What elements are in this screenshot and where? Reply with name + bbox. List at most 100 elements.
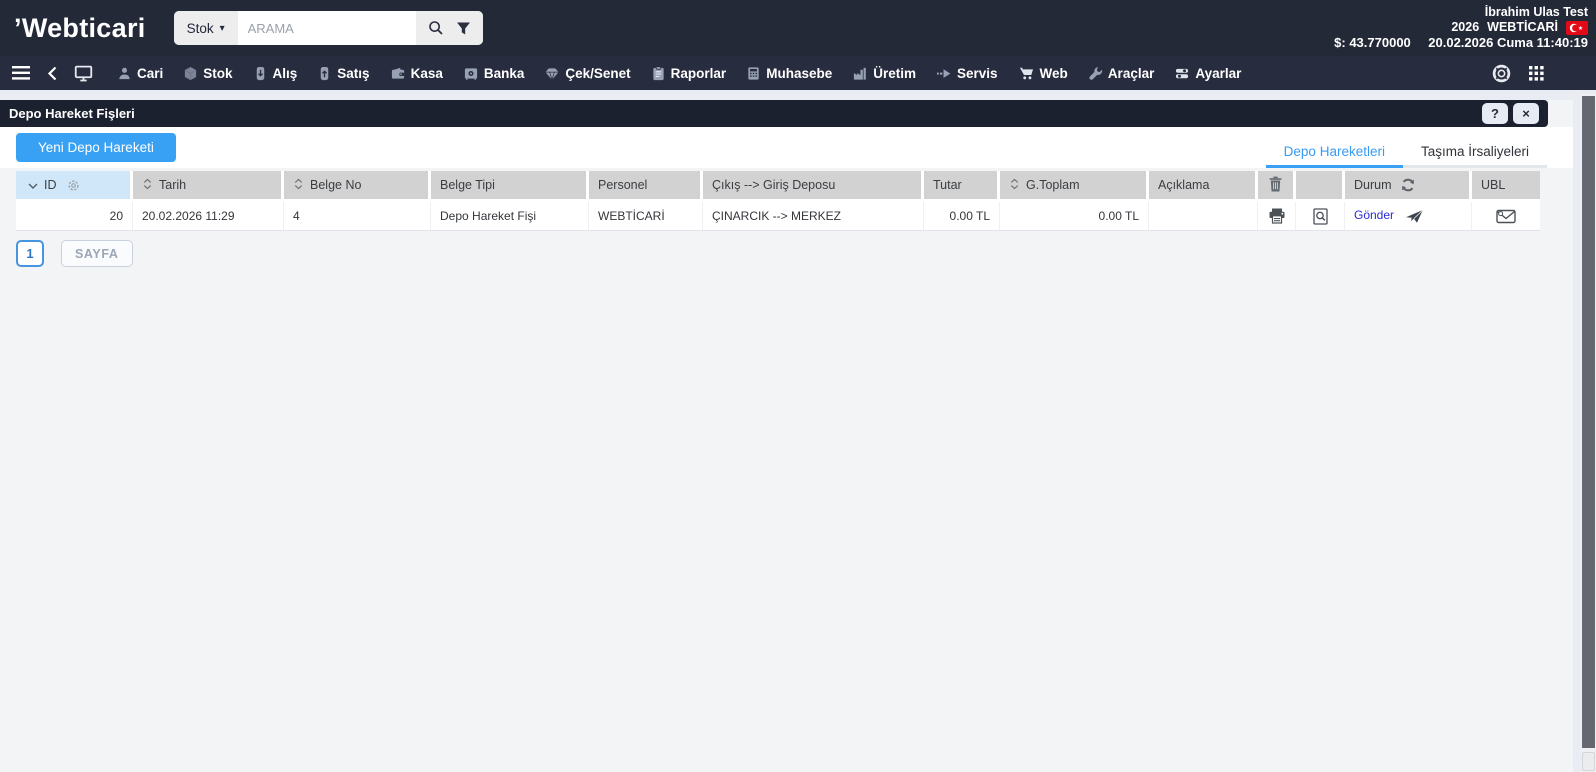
exchange-rate: $: 43.770000 — [1334, 35, 1411, 50]
support-ring-icon[interactable] — [1490, 62, 1513, 85]
column-header-g-toplam[interactable]: G.Toplam — [1000, 171, 1149, 202]
refresh-icon[interactable] — [1400, 177, 1416, 193]
printer-icon[interactable] — [1268, 208, 1286, 224]
search-category-label: Stok — [187, 21, 214, 36]
filter-funnel-icon[interactable] — [456, 21, 471, 36]
column-header-aciklama[interactable]: Açıklama — [1149, 171, 1258, 202]
cell-tarih: 20.02.2026 11:29 — [133, 202, 284, 231]
menubar-left-controls — [10, 63, 95, 84]
menubar-right-controls — [1490, 62, 1586, 85]
menubar-item-alis[interactable]: Alış — [247, 66, 304, 81]
factory-icon — [852, 66, 868, 81]
app-logo: Webticari — [14, 13, 146, 44]
company-name: WEBTİCARİ — [1487, 20, 1558, 35]
column-header-belge-no[interactable]: Belge No — [284, 171, 431, 202]
safe-icon — [463, 66, 479, 81]
company-line: 2026 WEBTİCARİ — [1320, 20, 1588, 35]
menubar-item-label: Raporlar — [671, 66, 727, 81]
menubar-item-label: Kasa — [411, 66, 443, 81]
fiscal-year: 2026 — [1451, 20, 1479, 35]
column-header-tarih[interactable]: Tarih — [133, 171, 284, 202]
menubar-item-label: Çek/Senet — [565, 66, 630, 81]
calculator-icon — [746, 66, 761, 81]
paper-plane-icon[interactable] — [1405, 209, 1424, 224]
scrollbar-thumb[interactable] — [1582, 96, 1595, 748]
menubar-item-muhasebe[interactable]: Muhasebe — [740, 66, 838, 81]
column-header-belge-tipi[interactable]: Belge Tipi — [431, 171, 589, 202]
menubar-item-araclar[interactable]: Araçlar — [1082, 66, 1161, 81]
sort-icon — [1009, 178, 1020, 190]
depo-hareket-table: ID Tarih Belge No Belge Tipi Personel Çı… — [16, 171, 1540, 231]
user-name: İbrahim Ulas Test — [1320, 5, 1588, 20]
menubar-item-uretim[interactable]: Üretim — [846, 66, 922, 81]
menubar-item-web[interactable]: Web — [1012, 66, 1074, 81]
vertical-scrollbar[interactable] — [1581, 94, 1596, 772]
apps-grid-icon[interactable] — [1527, 64, 1546, 83]
sayfa-button[interactable]: SAYFA — [61, 240, 133, 267]
gem-icon — [544, 66, 560, 81]
chevron-down-icon — [28, 183, 38, 190]
wallet-icon — [390, 66, 406, 81]
menubar-item-banka[interactable]: Banka — [457, 66, 531, 81]
menubar-item-kasa[interactable]: Kasa — [384, 66, 449, 81]
menubar-item-ayarlar[interactable]: Ayarlar — [1168, 66, 1247, 81]
global-search: Stok ▾ — [174, 11, 483, 45]
trash-icon[interactable] — [1268, 176, 1283, 192]
sort-icon — [293, 178, 304, 190]
user-info: İbrahim Ulas Test 2026 WEBTİCARİ $: 43.7… — [1320, 5, 1588, 51]
menubar-item-servis[interactable]: Servis — [930, 66, 1004, 81]
fast-forward-icon — [936, 66, 952, 81]
column-header-ubl[interactable]: UBL — [1472, 171, 1540, 202]
page-title: Depo Hareket Fişleri — [9, 106, 135, 121]
close-button[interactable]: × — [1513, 103, 1539, 124]
menubar-item-label: Araçlar — [1108, 66, 1155, 81]
search-icon[interactable] — [428, 20, 444, 36]
column-header-id[interactable]: ID — [16, 171, 133, 202]
sort-icon — [142, 178, 153, 190]
panel-titlebar: Depo Hareket Fişleri ? × — [0, 100, 1548, 127]
person-icon — [117, 66, 132, 81]
envelope-icon[interactable] — [1496, 209, 1516, 224]
column-header-empty — [1296, 171, 1345, 202]
menubar-item-satis[interactable]: Satış — [311, 66, 375, 81]
menubar-item-label: Muhasebe — [766, 66, 832, 81]
menubar-item-stok[interactable]: Stok — [177, 66, 238, 81]
datetime: 20.02.2026 Cuma 11:40:19 — [1428, 35, 1588, 50]
column-header-depo[interactable]: Çıkış --> Giriş Deposu — [703, 171, 924, 202]
column-header-tutar[interactable]: Tutar — [924, 171, 1000, 202]
menubar-item-label: Üretim — [873, 66, 916, 81]
menubar-item-cek-senet[interactable]: Çek/Senet — [538, 66, 636, 81]
search-category-dropdown[interactable]: Stok ▾ — [174, 11, 238, 45]
menubar-item-cari[interactable]: Cari — [111, 66, 169, 81]
tab-depo-hareketleri[interactable]: Depo Hareketleri — [1266, 135, 1403, 168]
menubar-item-label: Alış — [273, 66, 298, 81]
search-actions — [416, 11, 483, 45]
help-button[interactable]: ? — [1482, 103, 1508, 124]
search-input[interactable] — [238, 11, 416, 45]
page-1-button[interactable]: 1 — [16, 240, 44, 267]
wrench-icon — [1088, 66, 1103, 81]
menubar-item-label: Banka — [484, 66, 525, 81]
table-header-row: ID Tarih Belge No Belge Tipi Personel Çı… — [16, 171, 1540, 202]
cart-icon — [1018, 66, 1035, 81]
gear-icon[interactable] — [67, 179, 80, 192]
cell-belge-tipi: Depo Hareket Fişi — [431, 202, 589, 231]
chevron-left-icon[interactable] — [45, 64, 59, 83]
menubar-item-label: Servis — [957, 66, 998, 81]
scrollbar-down-button[interactable] — [1582, 752, 1595, 771]
tab-tasima-irsaliyeleri[interactable]: Taşıma İrsaliyeleri — [1403, 135, 1547, 168]
table-row[interactable]: 20 20.02.2026 11:29 4 Depo Hareket Fişi … — [16, 202, 1540, 231]
menubar-item-label: Stok — [203, 66, 232, 81]
menubar-item-raporlar[interactable]: Raporlar — [645, 66, 733, 81]
new-depo-hareketi-button[interactable]: Yeni Depo Hareketi — [16, 133, 176, 162]
monitor-icon[interactable] — [72, 63, 95, 84]
arrow-up-icon — [317, 66, 332, 81]
column-header-delete[interactable] — [1258, 171, 1296, 202]
column-header-durum[interactable]: Durum — [1345, 171, 1472, 202]
gonder-link[interactable]: Gönder — [1354, 208, 1394, 222]
panel-titlebar-buttons: ? × — [1482, 103, 1539, 124]
hamburger-icon[interactable] — [10, 64, 32, 82]
column-header-personel[interactable]: Personel — [589, 171, 703, 202]
cell-belge-no: 4 — [284, 202, 431, 231]
preview-icon[interactable] — [1313, 208, 1328, 225]
